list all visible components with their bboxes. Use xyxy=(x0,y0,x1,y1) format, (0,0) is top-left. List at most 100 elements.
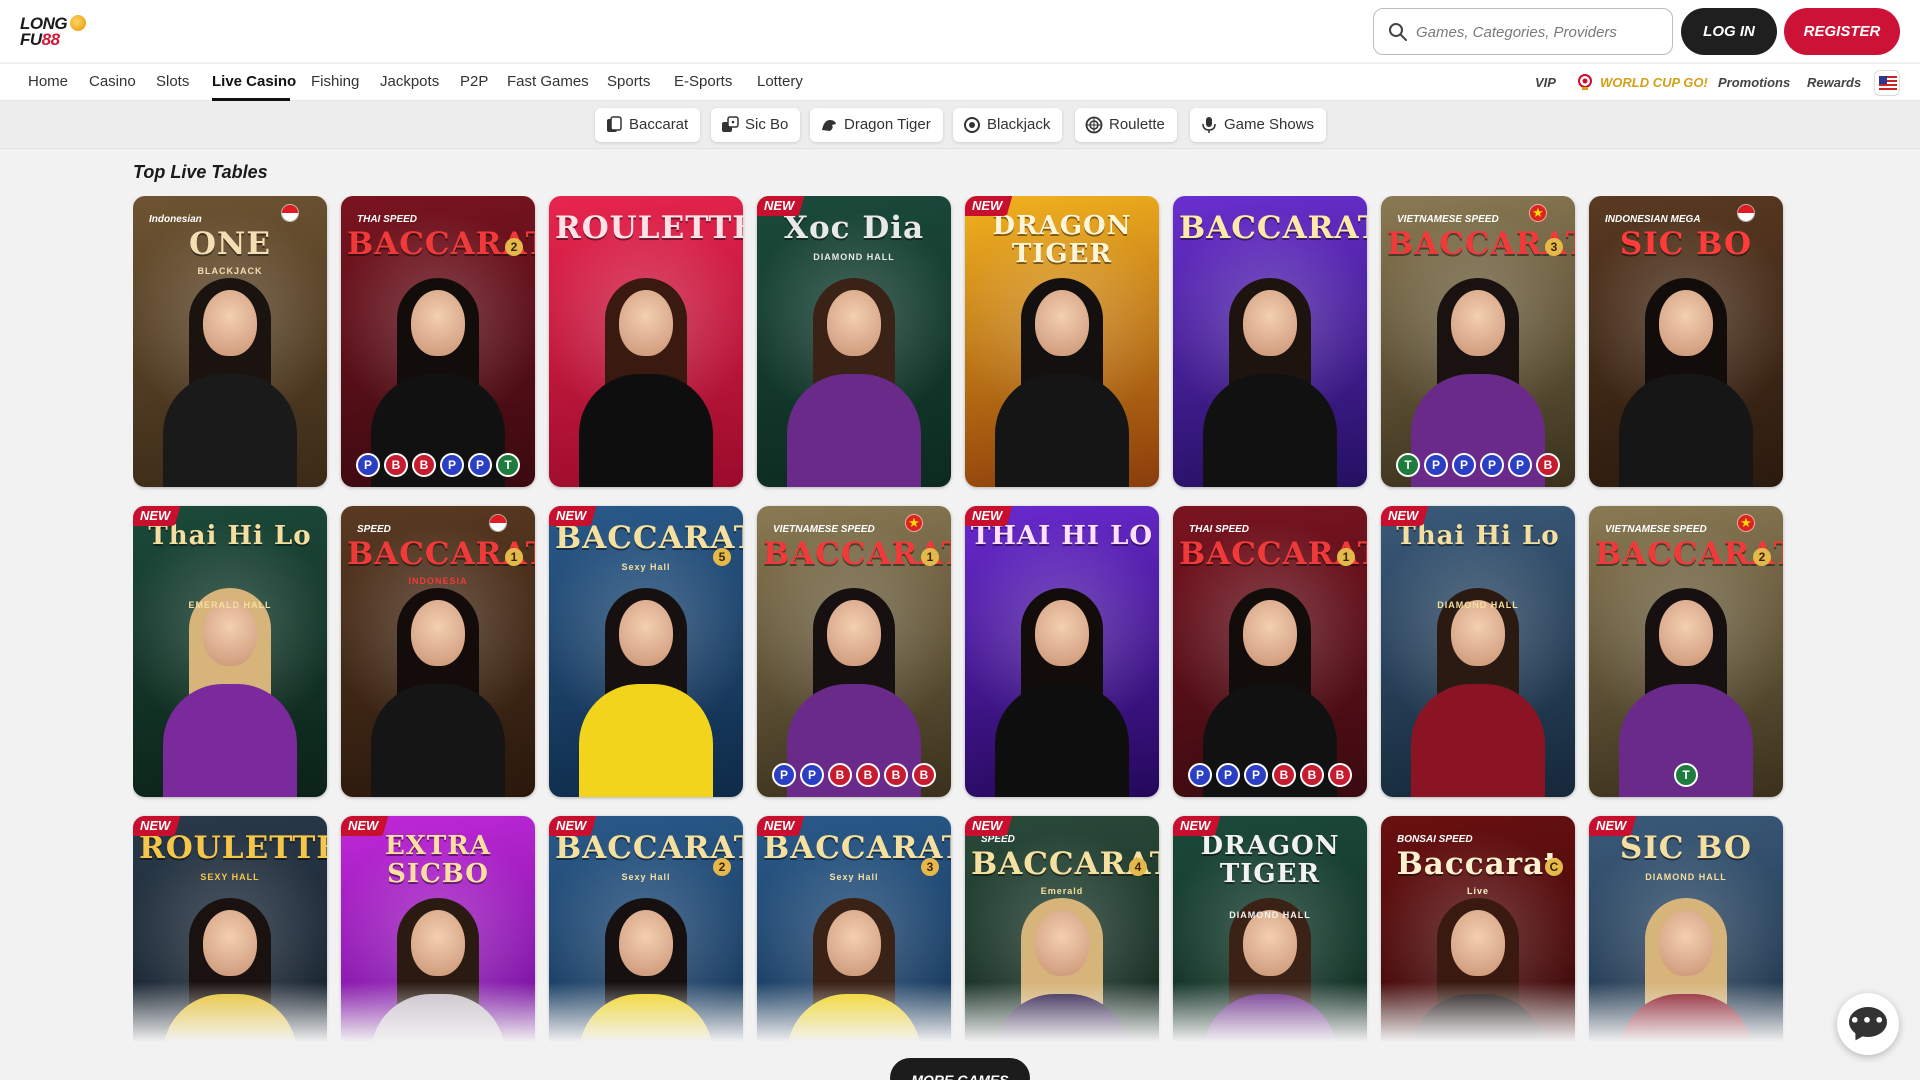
nav-promotions[interactable]: Promotions xyxy=(1718,75,1790,91)
nav-slots[interactable]: Slots xyxy=(156,73,189,91)
nav-e-sports[interactable]: E-Sports xyxy=(674,73,732,91)
nav-fishing[interactable]: Fishing xyxy=(311,73,359,91)
card-title: BACCARAT xyxy=(1595,536,1783,572)
game-card[interactable]: Indonesian ONE BLACKJACK xyxy=(133,196,327,487)
chip-dragon-tiger[interactable]: Dragon Tiger xyxy=(810,108,943,142)
result-pill: B xyxy=(912,763,936,787)
chip-label: Dragon Tiger xyxy=(844,116,931,133)
chip-sic-bo[interactable]: Sic Bo xyxy=(711,108,801,142)
result-pill: T xyxy=(1396,453,1420,477)
chip-roulette[interactable]: Roulette xyxy=(1075,108,1177,142)
chip-blackjack[interactable]: Blackjack xyxy=(953,108,1063,142)
nav-fast-games[interactable]: Fast Games xyxy=(507,73,589,91)
dealer-body xyxy=(371,684,505,797)
dealer-face xyxy=(411,290,465,356)
new-badge: NEW xyxy=(965,196,1013,216)
result-pill: P xyxy=(1216,763,1240,787)
game-card[interactable]: BACCARAT Sexy Hall 3 NEW xyxy=(757,816,951,1042)
game-card[interactable]: ROULETTE SEXY HALL NEW xyxy=(133,816,327,1042)
road-results: PPPBBB xyxy=(1173,763,1367,787)
search-input[interactable] xyxy=(1416,19,1656,45)
search-box[interactable] xyxy=(1373,8,1673,55)
nav-live-casino[interactable]: Live Casino xyxy=(212,73,296,91)
road-results: PBBPPT xyxy=(341,453,535,477)
game-card[interactable]: SPEED BACCARAT Emerald 4 NEW xyxy=(965,816,1159,1042)
result-pill: P xyxy=(1480,453,1504,477)
game-card[interactable]: THAI HI LO NEW xyxy=(965,506,1159,797)
card-title: SIC BO xyxy=(1619,830,1753,866)
nav-world-cup[interactable]: WORLD CUP GO! xyxy=(1600,75,1708,91)
chip-baccarat[interactable]: Baccarat xyxy=(595,108,701,142)
card-title: EXTRA SICBO xyxy=(384,831,492,889)
nav-jackpots[interactable]: Jackpots xyxy=(380,73,439,91)
game-card[interactable]: DRAGON TIGER DIAMOND HALL NEW xyxy=(1173,816,1367,1042)
dealer-body xyxy=(1411,684,1545,797)
new-badge: NEW xyxy=(133,506,181,526)
nav-lottery[interactable]: Lottery xyxy=(757,73,803,91)
game-card[interactable]: BACCARAT Sexy Hall 2 NEW xyxy=(549,816,743,1042)
game-card[interactable]: Thai Hi Lo DIAMOND HALL NEW xyxy=(1381,506,1575,797)
result-pill: P xyxy=(1452,453,1476,477)
card-title: BACCARAT xyxy=(347,226,535,262)
game-card[interactable]: THAI SPEED BACCARAT 2 P B B P P T xyxy=(341,196,535,487)
live-tables-grid: Indonesian ONE BLACKJACK THAI SPEED BACCARAT… xyxy=(133,196,1787,1042)
game-card[interactable]: BACCARAT xyxy=(1173,196,1367,487)
game-card[interactable]: ROULETTE xyxy=(549,196,743,487)
nav-rewards[interactable]: Rewards xyxy=(1807,75,1861,91)
language-flag-icon[interactable] xyxy=(1874,70,1900,96)
result-pill: B xyxy=(856,763,880,787)
card-subtitle: SEXY HALL xyxy=(200,872,260,882)
nav-sports[interactable]: Sports xyxy=(607,73,650,91)
game-card[interactable]: DRAGON TIGER NEW xyxy=(965,196,1159,487)
game-card[interactable]: VIETNAMESE SPEED BACCARAT 3 ★ T P P P P B xyxy=(1381,196,1575,487)
new-badge: NEW xyxy=(965,816,1013,836)
register-button[interactable]: REGISTER xyxy=(1784,8,1900,55)
nav-p2p[interactable]: P2P xyxy=(460,73,488,91)
table-number-badge: 3 xyxy=(1545,238,1563,256)
dealer-body xyxy=(995,684,1129,797)
game-card[interactable]: Thai Hi Lo EMERALD HALL NEW xyxy=(133,506,327,797)
search-icon xyxy=(1389,23,1407,41)
game-card[interactable]: INDONESIAN MEGA SIC BO xyxy=(1589,196,1783,487)
card-subtitle: Sexy Hall xyxy=(829,872,879,882)
dealer-face xyxy=(619,910,673,976)
nav-vip[interactable]: VIP xyxy=(1535,75,1556,91)
vietnam-flag-icon: ★ xyxy=(1529,204,1547,222)
site-logo[interactable]: LONG FU88 xyxy=(18,11,90,51)
result-pill: B xyxy=(1272,763,1296,787)
nav-home[interactable]: Home xyxy=(28,73,68,91)
game-card[interactable]: VIETNAMESE SPEED BACCARAT 2 ★ T xyxy=(1589,506,1783,797)
card-pretitle: THAI SPEED xyxy=(357,214,418,225)
game-card[interactable]: BONSAI SPEED Baccarat Live C xyxy=(1381,816,1575,1042)
table-number-badge: 3 xyxy=(921,858,939,876)
card-title: BACCARAT xyxy=(555,830,743,866)
category-chips-bar: Baccarat Sic Bo Dragon Tiger Blackjack R… xyxy=(0,101,1920,149)
game-card[interactable]: THAI SPEED BACCARAT 1 P P P B B B xyxy=(1173,506,1367,797)
more-games-button[interactable]: MORE GAMES xyxy=(890,1058,1030,1080)
chip-game-shows[interactable]: Game Shows xyxy=(1190,108,1327,142)
top-bar: LONG FU88 LOG IN REGISTER xyxy=(0,0,1920,62)
card-title: DRAGON TIGER xyxy=(992,211,1132,269)
dealer-face xyxy=(827,910,881,976)
dragon-icon xyxy=(822,120,836,131)
live-chat-button[interactable]: ••• xyxy=(1837,993,1899,1055)
blackjack-icon xyxy=(964,117,980,133)
login-button[interactable]: LOG IN xyxy=(1681,8,1777,55)
game-card[interactable]: Xoc Dia DIAMOND HALL NEW xyxy=(757,196,951,487)
vietnam-flag-icon: ★ xyxy=(1737,514,1755,532)
game-card[interactable]: BACCARAT Sexy Hall 5 NEW xyxy=(549,506,743,797)
game-card[interactable]: VIETNAMESE SPEED BACCARAT 1 ★ P P B B B B xyxy=(757,506,951,797)
result-pill: B xyxy=(884,763,908,787)
table-number-badge: 4 xyxy=(1129,858,1147,876)
game-card[interactable]: SPEED BACCARAT INDONESIA 1 xyxy=(341,506,535,797)
game-card[interactable]: SIC BO DIAMOND HALL NEW xyxy=(1589,816,1783,1042)
result-pill: P xyxy=(1424,453,1448,477)
card-pretitle: SPEED xyxy=(981,834,1015,845)
dealer-face xyxy=(1659,290,1713,356)
card-title: Baccarat xyxy=(1396,846,1560,882)
dealer-body xyxy=(163,684,297,797)
result-pill: P xyxy=(356,453,380,477)
nav-casino[interactable]: Casino xyxy=(89,73,136,91)
card-subtitle: EMERALD HALL xyxy=(188,600,272,610)
game-card[interactable]: EXTRA SICBO NEW xyxy=(341,816,535,1042)
